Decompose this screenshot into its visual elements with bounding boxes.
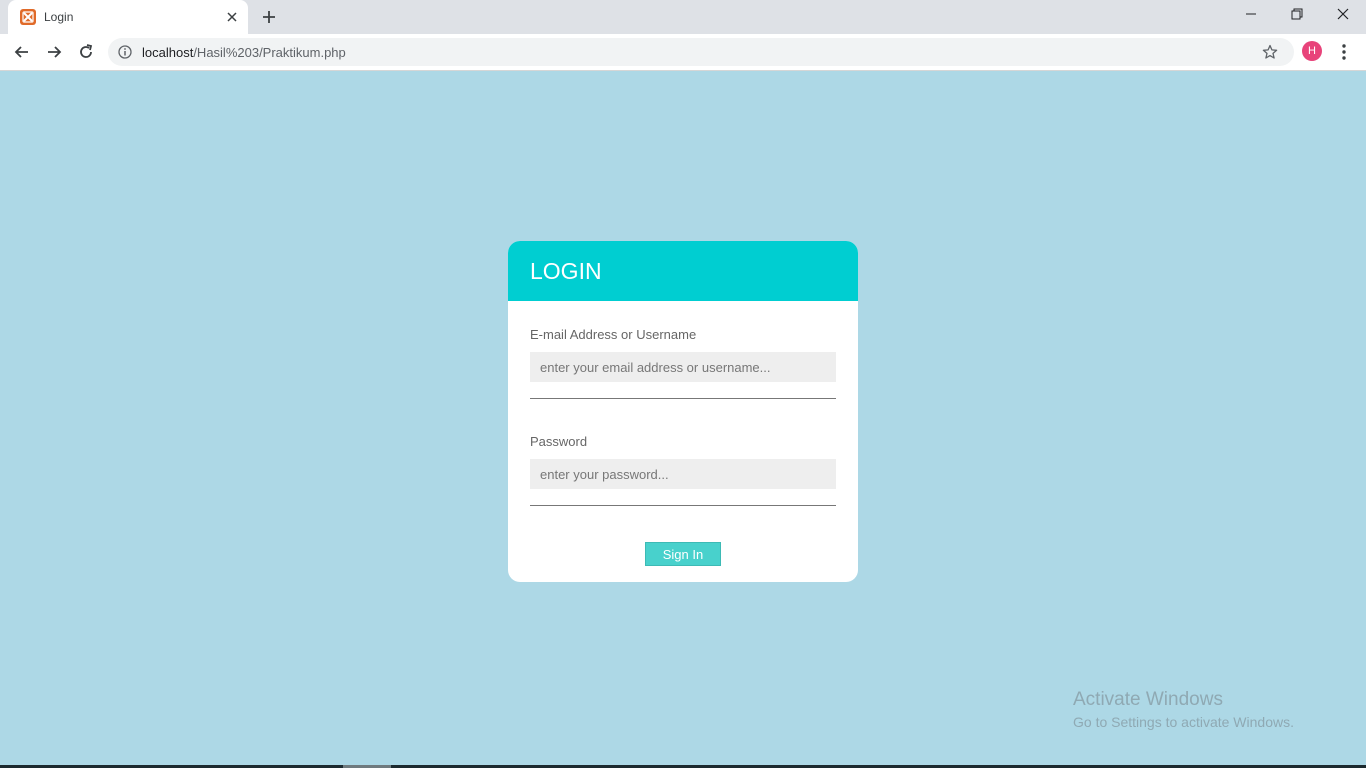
divider (530, 398, 836, 399)
activation-watermark-subtitle: Go to Settings to activate Windows. (1073, 714, 1294, 730)
forward-arrow-icon[interactable] (44, 42, 64, 62)
kebab-menu-icon[interactable] (1336, 42, 1352, 62)
browser-tab-strip: Login (0, 0, 1366, 34)
avatar[interactable]: H (1302, 41, 1322, 61)
plus-icon[interactable] (260, 8, 278, 26)
browser-toolbar: localhost/Hasil%203/Praktikum.php H (0, 34, 1366, 71)
password-input[interactable] (530, 459, 836, 489)
info-icon[interactable] (118, 45, 132, 59)
page-viewport: LOGIN E-mail Address or Username Passwor… (0, 71, 1366, 768)
browser-tab[interactable]: Login (8, 0, 248, 34)
sign-in-button[interactable]: Sign In (645, 542, 721, 566)
activation-watermark-title: Activate Windows (1073, 689, 1223, 710)
username-label: E-mail Address or Username (530, 327, 697, 342)
address-bar[interactable]: localhost/Hasil%203/Praktikum.php (108, 38, 1294, 66)
close-icon[interactable] (224, 9, 240, 25)
restore-icon[interactable] (1274, 0, 1320, 30)
back-arrow-icon[interactable] (12, 42, 32, 62)
window-close-icon[interactable] (1320, 0, 1366, 30)
tab-title: Login (44, 10, 74, 24)
username-input[interactable] (530, 352, 836, 382)
minimize-icon[interactable] (1228, 0, 1274, 30)
xampp-icon (20, 9, 36, 25)
password-label: Password (530, 434, 588, 449)
login-card: LOGIN E-mail Address or Username Passwor… (508, 241, 858, 582)
url-host: localhost (142, 45, 194, 60)
page-title: LOGIN (530, 258, 602, 284)
url-path: /Hasil%203/Praktikum.php (193, 45, 346, 60)
divider (530, 505, 836, 506)
star-icon[interactable] (1262, 44, 1278, 60)
login-card-header: LOGIN (508, 241, 858, 301)
reload-icon[interactable] (76, 42, 96, 62)
url-text[interactable]: localhost/Hasil%203/Praktikum.php (142, 45, 346, 60)
